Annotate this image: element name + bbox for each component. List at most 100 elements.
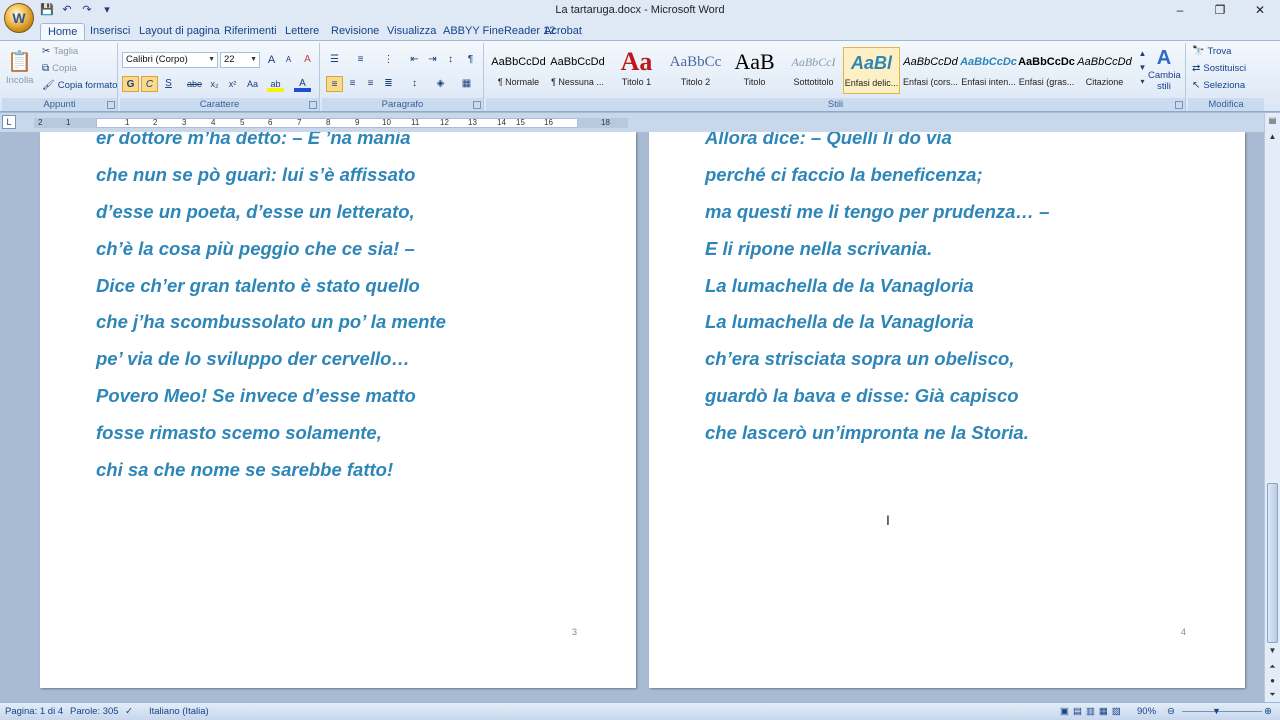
font-name-combo[interactable]: Calibri (Corpo) ▼ [122,52,218,68]
tab-home[interactable]: Home [40,23,86,40]
style-enfasi-intensa[interactable]: AaBbCcDc Enfasi inten... [960,47,1017,94]
scroll-thumb[interactable] [1267,483,1278,643]
align-left-icon[interactable]: ≡ [326,76,343,92]
style-enfasi-corsivo[interactable]: AaBbCcDd Enfasi (cors... [902,47,959,94]
horizontal-ruler[interactable]: L 2 1 1 2 3 4 5 6 7 8 9 10 11 12 13 14 1… [0,113,1280,132]
zoom-slider-thumb-icon[interactable]: ▼ [1212,706,1221,716]
paste-button[interactable]: 📋 Incolla [6,49,33,86]
style-enfasi-grassetto[interactable]: AaBbCcDc Enfasi (gras... [1018,47,1075,94]
group-font: Calibri (Corpo) ▼ 22 ▼ A A A G C S abe x₂ … [120,43,320,111]
office-button[interactable]: W [4,3,34,33]
clipboard-launcher-icon[interactable] [107,101,115,109]
replace-button[interactable]: ⇄ Sostituisci [1192,63,1246,74]
style-titolo-1[interactable]: Aa Titolo 1 [608,47,665,94]
underline-button[interactable]: S [160,76,177,92]
find-button[interactable]: 🔭 Trova [1192,46,1231,57]
zoom-slider[interactable] [1182,711,1262,712]
previous-page-icon[interactable]: ⏶ [1267,661,1278,673]
bold-button[interactable]: G [122,76,139,92]
justify-icon[interactable]: ≣ [380,76,397,92]
tab-revisione[interactable]: Revisione [324,23,386,40]
strikethrough-button[interactable]: abe [186,76,203,92]
ruler-number: 13 [468,118,477,127]
tab-riferimenti[interactable]: Riferimenti [217,23,284,40]
view-buttons-icon[interactable]: ▣▤▥▦▧ [1060,706,1125,717]
zoom-level[interactable]: 90% [1137,706,1156,717]
tab-layout[interactable]: Layout di pagina [132,23,227,40]
decrease-indent-icon[interactable]: ⇤ [406,52,423,68]
word-count[interactable]: Parole: 305 [70,706,119,717]
page-count[interactable]: Pagina: 1 di 4 [5,706,63,717]
multilevel-list-icon[interactable]: ⋮ [380,52,397,68]
align-right-icon[interactable]: ≡ [362,76,379,92]
cut-button[interactable]: ✂ Taglia [42,46,78,57]
browse-object-icon[interactable]: ● [1267,675,1278,687]
numbering-icon[interactable]: ≡ [352,52,369,68]
poem-line: Povero Meo! Se invece d’esse matto [96,385,416,406]
style-sottotitolo[interactable]: AaBbCcI Sottotitolo [785,47,842,94]
page-4[interactable]: Allora dice: – Quelli li do via perché c… [649,132,1245,688]
borders-icon[interactable]: ▦ [458,76,475,92]
zoom-in-icon[interactable]: ⊕ [1264,706,1272,717]
tab-visualizza[interactable]: Visualizza [380,23,443,40]
minimize-button[interactable]: – [1160,0,1200,20]
select-button[interactable]: ↖ Seleziona [1192,80,1245,91]
zoom-out-icon[interactable]: ⊖ [1167,706,1175,717]
style-citazione[interactable]: AaBbCcDd Citazione [1076,47,1133,94]
copy-icon: ⧉ [42,63,50,74]
styles-launcher-icon[interactable] [1175,101,1183,109]
style-nessuna-spaziatura[interactable]: AaBbCcDd ¶ Nessuna ... [549,47,606,94]
poem-line: er dottore m’ha detto: – E ’na mania [96,132,411,148]
style-titolo[interactable]: AaB Titolo [726,47,783,94]
ruler-number: 15 [516,118,525,127]
change-case-button[interactable]: Aa [244,76,261,92]
change-styles-button[interactable]: A Cambia stili [1148,47,1181,92]
shading-icon[interactable]: ◈ [432,76,449,92]
scroll-up-icon[interactable]: ▲ [1267,131,1278,143]
subscript-button[interactable]: x₂ [206,76,223,92]
page-3[interactable]: er dottore m’ha detto: – E ’na mania che… [40,132,636,688]
bullets-icon[interactable]: ☰ [326,52,343,68]
group-editing: 🔭 Trova ⇄ Sostituisci ↖ Seleziona Modifica [1188,43,1264,111]
grow-font-button[interactable]: A [263,52,280,68]
align-center-icon[interactable]: ≡ [344,76,361,92]
highlight-button[interactable]: ab [267,76,284,92]
superscript-button[interactable]: x² [224,76,241,92]
copy-button[interactable]: ⧉ Copia [42,63,77,74]
paragraph-launcher-icon[interactable] [473,101,481,109]
ribbon-tabs: Home Inserisci Layout di pagina Riferime… [0,22,1280,40]
increase-indent-icon[interactable]: ⇥ [424,52,441,68]
italic-button[interactable]: C [141,76,158,92]
restore-button[interactable]: ❐ [1200,0,1240,20]
document-area[interactable]: er dottore m’ha detto: – E ’na mania che… [0,132,1264,702]
tab-acrobat[interactable]: Acrobat [537,23,589,40]
ruler-number: 18 [601,118,610,127]
shrink-font-button[interactable]: A [280,52,297,68]
next-page-icon[interactable]: ⏷ [1267,689,1278,701]
ruler-number: 1 [125,118,130,127]
pilcrow-icon[interactable]: ¶ [462,52,479,68]
text-cursor-icon: I [886,512,890,528]
tab-inserisci[interactable]: Inserisci [83,23,137,40]
clear-format-button[interactable]: A [299,52,316,68]
poem-line: pe’ via de lo sviluppo der cervello… [96,348,410,369]
poem-line: guardò la bava e disse: Già capisco [705,385,1019,406]
style-titolo-2[interactable]: AaBbCc Titolo 2 [667,47,724,94]
font-color-button[interactable]: A [294,76,311,92]
vertical-scrollbar[interactable]: ▤ ▲ ▼ ⏶ ● ⏷ [1264,113,1280,702]
style-normale[interactable]: AaBbCcDd ¶ Normale [490,47,547,94]
tab-lettere[interactable]: Lettere [278,23,326,40]
tab-selector-icon[interactable]: L [2,115,16,129]
line-spacing-icon[interactable]: ↕ [406,76,423,92]
proofing-icon[interactable]: ✓ [125,706,133,717]
style-enfasi-delicata[interactable]: AaBl Enfasi delic... [843,47,900,94]
ruler-toggle-icon[interactable]: ▤ [1267,115,1278,127]
scroll-down-icon[interactable]: ▼ [1267,645,1278,657]
language-indicator[interactable]: Italiano (Italia) [149,706,209,717]
font-size-combo[interactable]: 22 ▼ [220,52,260,68]
group-clipboard: 📋 Incolla ✂ Taglia ⧉ Copia 🖌 Copia formato … [2,43,118,111]
font-launcher-icon[interactable] [309,101,317,109]
format-painter-button[interactable]: 🖌 Copia formato [42,80,117,91]
sort-icon[interactable]: ↕ [442,52,459,68]
close-button[interactable]: ✕ [1240,0,1280,20]
